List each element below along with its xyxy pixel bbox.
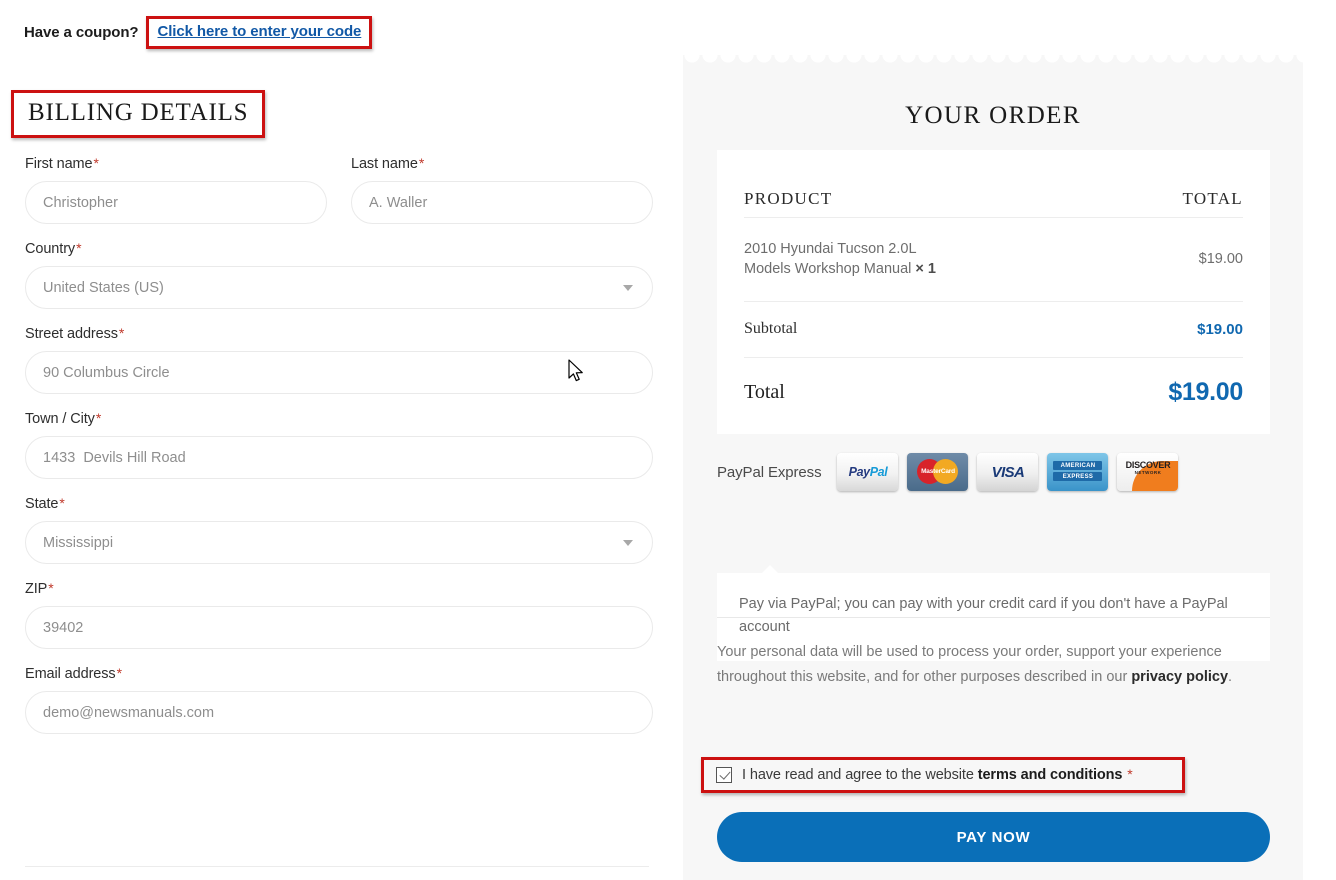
- scalloped-edge-decoration: [683, 55, 1303, 66]
- coupon-enter-code-link[interactable]: Click here to enter your code: [157, 23, 361, 40]
- order-item-price: $19.00: [1198, 251, 1243, 267]
- paypal-text-pay: Pay: [848, 465, 870, 479]
- column-header-total: TOTAL: [1182, 189, 1243, 208]
- form-bottom-divider: [25, 866, 649, 867]
- first-name-field-group: First name*: [25, 155, 327, 224]
- amex-line1: AMERICAN: [1053, 461, 1103, 470]
- required-asterisk: *: [118, 325, 125, 341]
- zip-label: ZIP*: [25, 580, 653, 597]
- coupon-link-annotation-box: Click here to enter your code: [146, 16, 373, 49]
- country-label: Country*: [25, 240, 653, 257]
- discover-line2: NETWORK: [1134, 470, 1162, 475]
- paypal-card-icon: Pay Pal: [837, 453, 899, 491]
- order-table: PRODUCT TOTAL 2010 Hyundai Tucson 2.0L M…: [717, 150, 1270, 434]
- town-city-field-group: Town / City*: [25, 410, 653, 479]
- tooltip-arrow-icon: [761, 565, 779, 574]
- state-select[interactable]: Mississippi: [25, 521, 653, 564]
- country-select[interactable]: United States (US): [25, 266, 653, 309]
- terms-and-conditions-link[interactable]: terms and conditions: [978, 767, 1123, 783]
- zip-field-group: ZIP*: [25, 580, 653, 649]
- paypal-description-text: Pay via PayPal; you can pay with your cr…: [739, 596, 1228, 635]
- email-field-group: Email address*: [25, 665, 653, 734]
- pay-now-button[interactable]: PAY NOW: [717, 812, 1270, 862]
- last-name-input[interactable]: [351, 181, 653, 224]
- town-city-label: Town / City*: [25, 410, 653, 427]
- visa-card-icon: VISA: [977, 453, 1039, 491]
- email-input[interactable]: [25, 691, 653, 734]
- zip-label-text: ZIP: [25, 581, 48, 597]
- required-asterisk: *: [95, 410, 102, 426]
- name-row: First name* Last name*: [25, 155, 653, 224]
- mastercard-card-icon: MasterCard: [907, 453, 969, 491]
- amex-line2: EXPRESS: [1053, 472, 1103, 481]
- order-total-row: Total $19.00: [744, 358, 1243, 434]
- total-label: Total: [744, 381, 785, 403]
- country-field-group: Country* United States (US): [25, 240, 653, 309]
- order-item-name: 2010 Hyundai Tucson 2.0L Models Workshop…: [744, 239, 936, 279]
- state-field-group: State* Mississippi: [25, 495, 653, 564]
- first-name-label-text: First name: [25, 156, 93, 172]
- country-label-text: Country: [25, 241, 76, 257]
- first-name-label: First name*: [25, 155, 327, 172]
- coupon-question-label: Have a coupon?: [24, 24, 139, 41]
- column-header-product: PRODUCT: [744, 189, 833, 208]
- privacy-divider: [717, 617, 1270, 618]
- state-select-wrapper[interactable]: Mississippi: [25, 521, 653, 564]
- street-address-field-group: Street address*: [25, 325, 653, 394]
- billing-column: Have a coupon? Click here to enter your …: [0, 0, 683, 880]
- last-name-label: Last name*: [351, 155, 653, 172]
- order-table-header: PRODUCT TOTAL: [744, 150, 1243, 218]
- terms-checkbox[interactable]: [716, 766, 732, 783]
- privacy-text-after: .: [1228, 669, 1233, 685]
- discover-card-icon: DISCOVER NETWORK: [1117, 453, 1179, 491]
- email-label-text: Email address: [25, 666, 116, 682]
- visa-text: VISA: [991, 463, 1025, 481]
- required-asterisk: *: [48, 580, 54, 596]
- street-address-label-text: Street address: [25, 326, 118, 342]
- email-label: Email address*: [25, 665, 653, 682]
- order-item-row: 2010 Hyundai Tucson 2.0L Models Workshop…: [744, 218, 1243, 302]
- billing-heading-annotation-box: BILLING DETAILS: [11, 90, 266, 138]
- mastercard-text: MasterCard: [921, 468, 955, 475]
- town-city-input[interactable]: [25, 436, 653, 479]
- required-asterisk: *: [1127, 766, 1133, 782]
- first-name-input[interactable]: [25, 181, 327, 224]
- coupon-row: Have a coupon? Click here to enter your …: [24, 16, 373, 49]
- town-city-label-text: Town / City: [25, 411, 95, 427]
- your-order-heading: YOUR ORDER: [905, 102, 1081, 129]
- total-value: $19.00: [1168, 378, 1243, 406]
- terms-label: I have read and agree to the website ter…: [742, 766, 1133, 783]
- payment-method-row[interactable]: PayPal Express Pay Pal MasterCard VISA AM…: [717, 453, 1270, 491]
- state-label: State*: [25, 495, 653, 512]
- required-asterisk: *: [418, 155, 425, 171]
- required-asterisk: *: [76, 240, 82, 256]
- order-item-name-line1: 2010 Hyundai Tucson 2.0L: [744, 241, 917, 257]
- required-asterisk: *: [93, 155, 99, 171]
- street-address-label: Street address*: [25, 325, 653, 342]
- country-select-wrapper[interactable]: United States (US): [25, 266, 653, 309]
- paypal-express-label: PayPal Express: [717, 463, 822, 481]
- last-name-label-text: Last name: [351, 156, 418, 172]
- discover-line1: DISCOVER: [1125, 460, 1171, 470]
- subtotal-value: $19.00: [1197, 320, 1243, 338]
- state-label-text: State: [25, 496, 59, 512]
- paypal-text-pal: Pal: [869, 465, 888, 479]
- order-item-name-line2: Models Workshop Manual: [744, 261, 912, 277]
- privacy-policy-link[interactable]: privacy policy: [1131, 669, 1228, 685]
- last-name-field-group: Last name*: [351, 155, 653, 224]
- subtotal-label: Subtotal: [744, 320, 798, 337]
- payment-card-icons: Pay Pal MasterCard VISA AMERICAN EXPRESS …: [837, 453, 1179, 491]
- required-asterisk: *: [116, 665, 122, 681]
- terms-text-before: I have read and agree to the website: [742, 767, 978, 783]
- required-asterisk: *: [59, 495, 65, 511]
- billing-form: First name* Last name* Country* United S…: [25, 155, 653, 750]
- zip-input[interactable]: [25, 606, 653, 649]
- billing-details-heading: BILLING DETAILS: [28, 99, 249, 126]
- amex-card-icon: AMERICAN EXPRESS: [1047, 453, 1109, 491]
- privacy-notice: Your personal data will be used to proce…: [717, 640, 1273, 690]
- terms-checkbox-annotation-box: I have read and agree to the website ter…: [701, 757, 1185, 793]
- order-item-quantity: × 1: [915, 261, 936, 277]
- order-subtotal-row: Subtotal $19.00: [744, 302, 1243, 358]
- street-address-input[interactable]: [25, 351, 653, 394]
